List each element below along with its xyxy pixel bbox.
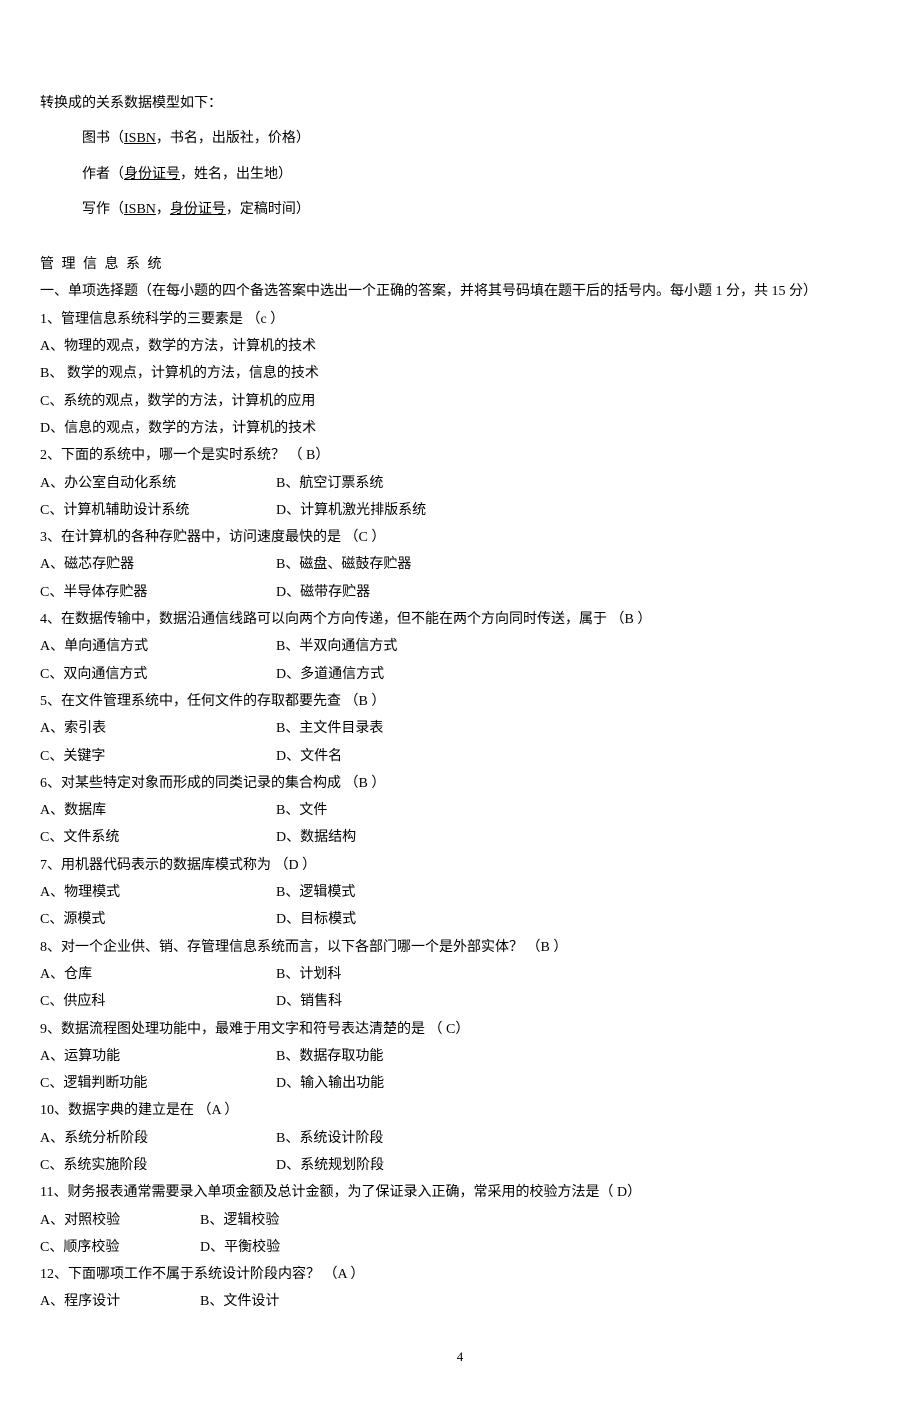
- text: 作者（: [82, 167, 124, 182]
- q8-a: A、仓库: [40, 961, 276, 988]
- q3-a: A、磁芯存贮器: [40, 551, 276, 578]
- q7-stem: 7、用机器代码表示的数据库模式称为 （D ）: [40, 852, 880, 879]
- q3-b: B、磁盘、磁鼓存贮器: [276, 551, 411, 578]
- q12-b: B、文件设计: [200, 1288, 279, 1315]
- q1-d: D、信息的观点，数学的方法，计算机的技术: [40, 415, 880, 442]
- q11-stem: 11、财务报表通常需要录入单项金额及总计金额，为了保证录入正确，常采用的校验方法…: [40, 1179, 880, 1206]
- model-book: 图书（ISBN，书名，出版社，价格）: [40, 125, 880, 152]
- q12-a: A、程序设计: [40, 1288, 200, 1315]
- q3-d: D、磁带存贮器: [276, 579, 370, 606]
- q6-c: C、文件系统: [40, 824, 276, 851]
- q2-c: C、计算机辅助设计系统: [40, 497, 276, 524]
- q10-c: C、系统实施阶段: [40, 1152, 276, 1179]
- q2-d: D、计算机激光排版系统: [276, 497, 426, 524]
- exam-title: 管 理 信 息 系 统: [40, 251, 880, 278]
- q4-stem: 4、在数据传输中，数据沿通信线路可以向两个方向传递，但不能在两个方向同时传送，属…: [40, 606, 880, 633]
- q4-row-cd: C、双向通信方式D、多道通信方式: [40, 661, 880, 688]
- q5-c: C、关键字: [40, 743, 276, 770]
- q7-b: B、逻辑模式: [276, 879, 355, 906]
- q9-b: B、数据存取功能: [276, 1043, 383, 1070]
- q9-stem: 9、数据流程图处理功能中，最难于用文字和符号表达清楚的是 （ C）: [40, 1016, 880, 1043]
- q1-stem: 1、管理信息系统科学的三要素是 （c ）: [40, 306, 880, 333]
- q9-d: D、输入输出功能: [276, 1070, 384, 1097]
- q10-a: A、系统分析阶段: [40, 1125, 276, 1152]
- underline-id: 身份证号: [170, 202, 226, 217]
- q2-row-cd: C、计算机辅助设计系统D、计算机激光排版系统: [40, 497, 880, 524]
- q8-d: D、销售科: [276, 988, 342, 1015]
- q8-c: C、供应科: [40, 988, 276, 1015]
- q2-a: A、办公室自动化系统: [40, 470, 276, 497]
- underline-id: 身份证号: [124, 167, 180, 182]
- q5-d: D、文件名: [276, 743, 342, 770]
- q4-a: A、单向通信方式: [40, 633, 276, 660]
- q8-row-ab: A、仓库B、计划科: [40, 961, 880, 988]
- model-author: 作者（身份证号，姓名，出生地）: [40, 161, 880, 188]
- q11-d: D、平衡校验: [200, 1234, 280, 1261]
- text: ，: [156, 202, 170, 217]
- q4-row-ab: A、单向通信方式B、半双向通信方式: [40, 633, 880, 660]
- q10-row-cd: C、系统实施阶段D、系统规划阶段: [40, 1152, 880, 1179]
- text: ，姓名，出生地）: [180, 167, 292, 182]
- q1-b: B、 数学的观点，计算机的方法，信息的技术: [40, 360, 880, 387]
- q3-row-ab: A、磁芯存贮器B、磁盘、磁鼓存贮器: [40, 551, 880, 578]
- page-number: 4: [40, 1344, 880, 1369]
- q10-stem: 10、数据字典的建立是在 （A ）: [40, 1097, 880, 1124]
- q11-row-cd: C、顺序校验D、平衡校验: [40, 1234, 880, 1261]
- q10-row-ab: A、系统分析阶段B、系统设计阶段: [40, 1125, 880, 1152]
- q6-stem: 6、对某些特定对象而形成的同类记录的集合构成 （B ）: [40, 770, 880, 797]
- q2-b: B、航空订票系统: [276, 470, 383, 497]
- q6-b: B、文件: [276, 797, 327, 824]
- q5-row-ab: A、索引表B、主文件目录表: [40, 715, 880, 742]
- q3-c: C、半导体存贮器: [40, 579, 276, 606]
- q12-stem: 12、下面哪项工作不属于系统设计阶段内容？ （A ）: [40, 1261, 880, 1288]
- q8-b: B、计划科: [276, 961, 341, 988]
- q11-a: A、对照校验: [40, 1207, 200, 1234]
- q5-b: B、主文件目录表: [276, 715, 383, 742]
- q6-a: A、数据库: [40, 797, 276, 824]
- q6-row-ab: A、数据库B、文件: [40, 797, 880, 824]
- q11-row-ab: A、对照校验B、逻辑校验: [40, 1207, 880, 1234]
- q6-row-cd: C、文件系统D、数据结构: [40, 824, 880, 851]
- q1-c: C、系统的观点，数学的方法，计算机的应用: [40, 388, 880, 415]
- q5-row-cd: C、关键字D、文件名: [40, 743, 880, 770]
- text: ，书名，出版社，价格）: [156, 131, 310, 146]
- q7-a: A、物理模式: [40, 879, 276, 906]
- q4-c: C、双向通信方式: [40, 661, 276, 688]
- model-write: 写作（ISBN，身份证号，定稿时间）: [40, 196, 880, 223]
- q7-d: D、目标模式: [276, 906, 356, 933]
- text: 写作（: [82, 202, 124, 217]
- q2-stem: 2、下面的系统中，哪一个是实时系统？ （ B）: [40, 442, 880, 469]
- q5-a: A、索引表: [40, 715, 276, 742]
- intro-line: 转换成的关系数据模型如下：: [40, 90, 880, 117]
- q3-stem: 3、在计算机的各种存贮器中，访问速度最快的是 （C ）: [40, 524, 880, 551]
- q8-stem: 8、对一个企业供、销、存管理信息系统而言，以下各部门哪一个是外部实体？ （B ）: [40, 934, 880, 961]
- q9-a: A、运算功能: [40, 1043, 276, 1070]
- q3-row-cd: C、半导体存贮器D、磁带存贮器: [40, 579, 880, 606]
- q9-row-ab: A、运算功能B、数据存取功能: [40, 1043, 880, 1070]
- underline-isbn: ISBN: [124, 202, 156, 217]
- text: 图书（: [82, 131, 124, 146]
- section-heading: 一、单项选择题（在每小题的四个备选答案中选出一个正确的答案，并将其号码填在题干后…: [40, 278, 880, 305]
- q5-stem: 5、在文件管理系统中，任何文件的存取都要先查 （B ）: [40, 688, 880, 715]
- q9-row-cd: C、逻辑判断功能D、输入输出功能: [40, 1070, 880, 1097]
- q10-d: D、系统规划阶段: [276, 1152, 384, 1179]
- q7-row-ab: A、物理模式B、逻辑模式: [40, 879, 880, 906]
- q9-c: C、逻辑判断功能: [40, 1070, 276, 1097]
- q6-d: D、数据结构: [276, 824, 356, 851]
- q11-c: C、顺序校验: [40, 1234, 200, 1261]
- q4-d: D、多道通信方式: [276, 661, 384, 688]
- q1-a: A、物理的观点，数学的方法，计算机的技术: [40, 333, 880, 360]
- q4-b: B、半双向通信方式: [276, 633, 397, 660]
- text: ，定稿时间）: [226, 202, 310, 217]
- q7-c: C、源模式: [40, 906, 276, 933]
- q8-row-cd: C、供应科D、销售科: [40, 988, 880, 1015]
- q11-b: B、逻辑校验: [200, 1207, 279, 1234]
- q10-b: B、系统设计阶段: [276, 1125, 383, 1152]
- q2-row-ab: A、办公室自动化系统B、航空订票系统: [40, 470, 880, 497]
- q12-row-ab: A、程序设计B、文件设计: [40, 1288, 880, 1315]
- underline-isbn: ISBN: [124, 131, 156, 146]
- q7-row-cd: C、源模式D、目标模式: [40, 906, 880, 933]
